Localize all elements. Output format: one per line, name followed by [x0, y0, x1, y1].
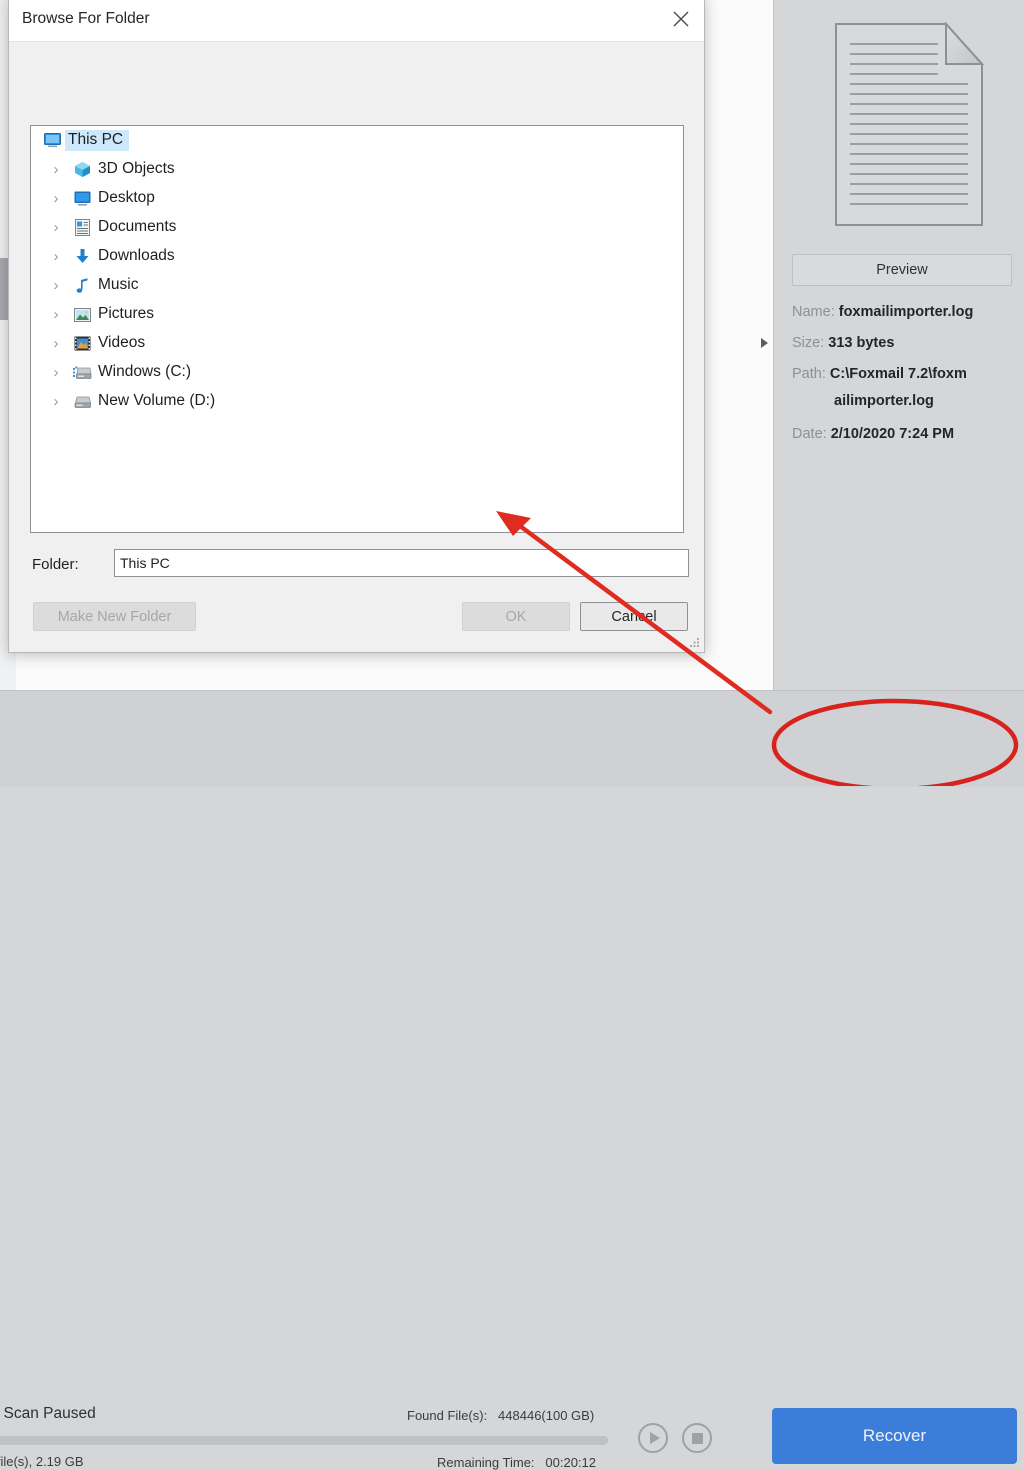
file-size-label: Size: [792, 335, 825, 351]
status-bar: ed Scan Paused Found File(s): 448446(100… [0, 690, 1024, 1470]
cancel-button[interactable]: Cancel [580, 602, 688, 631]
chevron-right-icon[interactable]: › [43, 161, 69, 178]
ok-button-label: OK [505, 608, 527, 625]
recover-button[interactable]: Recover [772, 1408, 1017, 1464]
found-files-row: Found File(s): 448446(100 GB) [407, 1408, 594, 1423]
dialog-titlebar: Browse For Folder [9, 0, 704, 42]
recover-button-label: Recover [862, 1426, 927, 1445]
tree-item-label: Windows (C:) [98, 363, 192, 380]
chevron-right-icon[interactable]: › [43, 306, 69, 323]
pictures-icon [69, 307, 95, 322]
scan-status-text: ed Scan Paused [0, 1405, 96, 1422]
play-icon[interactable] [638, 1423, 668, 1453]
make-new-folder-button[interactable]: Make New Folder [33, 602, 196, 631]
chevron-right-icon[interactable]: › [43, 335, 69, 352]
folder-field-label: Folder: [32, 556, 79, 573]
close-glyph [673, 11, 689, 26]
file-size-value: 313 bytes [828, 335, 895, 351]
tree-item-pictures[interactable]: › Pictures [31, 300, 683, 329]
stop-icon[interactable] [682, 1423, 712, 1453]
document-file-icon [834, 22, 984, 227]
chevron-right-icon[interactable]: › [43, 393, 69, 410]
cancel-button-label: Cancel [611, 608, 657, 625]
file-name-label: Name: [792, 304, 835, 320]
music-icon [69, 277, 95, 294]
file-path-row: Path: C:\Foxmail 7.2\foxm [792, 365, 967, 384]
file-date-row: Date: 2/10/2020 7:24 PM [792, 425, 954, 444]
tree-item-label: Documents [98, 218, 177, 235]
file-details-panel: Preview Name: foxmailimporter.log Size: … [760, 0, 1024, 690]
file-path-value: C:\Foxmail 7.2\foxm [829, 366, 967, 382]
file-path-label: Path: [792, 366, 826, 382]
chevron-right-icon[interactable]: › [43, 219, 69, 236]
remaining-time-label: Remaining Time: [437, 1455, 535, 1470]
folder-input[interactable] [114, 549, 689, 577]
collapse-triangle-icon [760, 338, 768, 348]
tree-item-label: Desktop [98, 189, 155, 206]
tree-item-documents[interactable]: › Documents [31, 213, 683, 242]
tree-item-label: Music [98, 276, 139, 293]
tree-item-3d-objects[interactable]: › 3D Objects [31, 155, 683, 184]
chevron-right-icon[interactable]: › [43, 277, 69, 294]
stop-square-icon [691, 1432, 703, 1444]
folder-tree[interactable]: This PC › 3D Objects › Desktop › Documen… [30, 125, 684, 533]
tree-item-label: 3D Objects [98, 160, 175, 177]
tree-item-label: New Volume (D:) [98, 392, 216, 409]
tree-item-new-volume-d[interactable]: › New Volume (D:) [31, 387, 683, 416]
found-files-value: 448446(100 GB) [498, 1408, 595, 1423]
remaining-time-value: 00:20:12 [545, 1455, 596, 1470]
documents-icon [69, 219, 95, 236]
preview-button-label: Preview [876, 262, 928, 278]
3d-objects-icon [69, 161, 95, 178]
desktop-icon [69, 191, 95, 206]
preview-button[interactable]: Preview [792, 254, 1012, 286]
chevron-right-icon[interactable]: › [43, 190, 69, 207]
videos-icon [69, 336, 95, 351]
resize-grip-icon[interactable] [688, 637, 700, 649]
tree-item-downloads[interactable]: › Downloads [31, 242, 683, 271]
found-files-label: Found File(s): [407, 1408, 488, 1423]
tree-item-label: This PC [65, 130, 130, 151]
dialog-title: Browse For Folder [22, 10, 150, 27]
tree-item-label: Videos [98, 334, 146, 351]
tree-item-videos[interactable]: › Videos [31, 329, 683, 358]
file-size-row: Size: 313 bytes [792, 334, 894, 353]
file-path-value-wrap: ailimporter.log [834, 393, 934, 409]
selected-file-count-text: 2 file(s), 2.19 GB [0, 1454, 84, 1469]
close-icon[interactable] [658, 0, 704, 40]
remaining-time-row: Remaining Time: 00:20:12 [437, 1455, 596, 1470]
file-date-value: 2/10/2020 7:24 PM [830, 426, 955, 442]
chevron-right-icon[interactable]: › [43, 248, 69, 265]
scan-progress-bar [0, 1436, 608, 1445]
drive-icon [69, 394, 95, 410]
make-new-folder-label: Make New Folder [57, 608, 172, 625]
downloads-icon [69, 248, 95, 265]
tree-item-label: Pictures [98, 305, 154, 322]
file-name-row: Name: foxmailimporter.log [792, 303, 973, 322]
tree-item-music[interactable]: › Music [31, 271, 683, 300]
tree-item-label: Downloads [98, 247, 175, 264]
play-triangle-icon [649, 1432, 660, 1444]
chevron-right-icon[interactable]: › [43, 364, 69, 381]
tree-item-desktop[interactable]: › Desktop [31, 184, 683, 213]
scan-progress-fill [0, 1436, 608, 1445]
this-pc-icon [39, 133, 65, 148]
browse-for-folder-dialog: Browse For Folder This PC › 3D Objects ›… [8, 0, 705, 653]
drive-icon [69, 365, 95, 381]
tree-item-this-pc[interactable]: This PC [31, 126, 683, 155]
collapse-right-icon[interactable] [756, 332, 772, 354]
file-name-value: foxmailimporter.log [838, 304, 974, 320]
file-date-label: Date: [792, 426, 827, 442]
tree-item-windows-c[interactable]: › Windows (C:) [31, 358, 683, 387]
ok-button[interactable]: OK [462, 602, 570, 631]
